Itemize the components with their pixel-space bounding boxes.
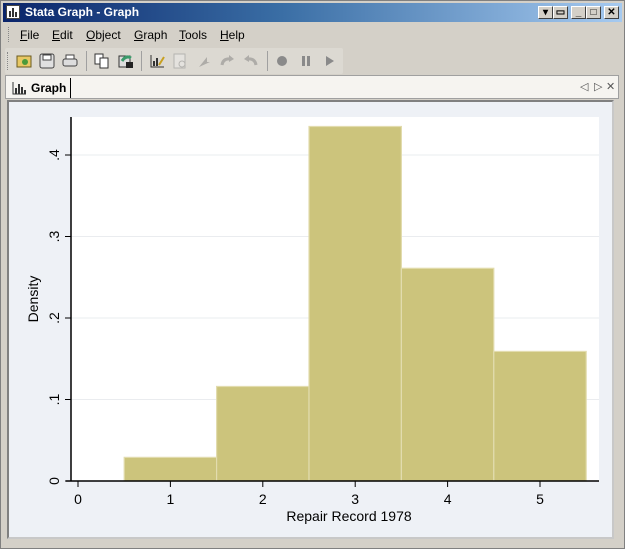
play-button[interactable] (320, 52, 338, 70)
pointer-tool-button[interactable] (194, 52, 212, 70)
histogram-bar-5 (493, 350, 587, 482)
histogram-bar-1 (123, 456, 218, 482)
tab-next-icon[interactable]: ▷ (594, 80, 602, 93)
x-tick-label: 5 (536, 491, 544, 507)
stata-graph-window: Stata Graph - Graph ▾ ▭ _ □ ✕ File Edit … (0, 0, 625, 549)
menu-bar: File Edit Object Graph Tools Help (3, 24, 622, 45)
pause-icon (302, 56, 310, 66)
undo-icon (220, 55, 234, 66)
copy-icon (94, 53, 109, 69)
y-tick-label: .2 (46, 312, 62, 324)
toolbar-separator (141, 51, 142, 71)
graph-editor-button[interactable] (148, 52, 166, 70)
tab-label: Graph (31, 81, 67, 95)
menu-help[interactable]: Help (220, 28, 245, 42)
menu-edit[interactable]: Edit (52, 28, 73, 42)
x-tick-label: 4 (444, 491, 452, 507)
restore-icon[interactable]: ▭ (553, 6, 568, 19)
maximize-icon[interactable]: □ (586, 6, 601, 19)
close-icon[interactable]: ✕ (604, 6, 619, 19)
x-tick-label: 0 (74, 491, 82, 507)
menu-graph[interactable]: Graph (134, 28, 167, 42)
tab-prev-icon[interactable]: ◁ (580, 80, 588, 93)
y-tick-label: .3 (46, 230, 62, 242)
object-browser-button[interactable] (171, 52, 189, 70)
x-axis-title: Repair Record 1978 (286, 508, 412, 524)
graph-editor-icon (150, 55, 165, 68)
print-graph-button[interactable] (61, 52, 79, 70)
printer-icon (62, 54, 78, 67)
minimize-icon[interactable]: _ (571, 6, 586, 19)
app-chart-icon (6, 5, 20, 19)
copy-graph-button[interactable] (93, 52, 111, 70)
pause-button[interactable] (297, 52, 315, 70)
toolbar-separator (86, 51, 87, 71)
tab-graph[interactable]: Graph (12, 78, 72, 98)
x-tick-label: 3 (351, 491, 359, 507)
menubar-grip[interactable] (8, 27, 12, 42)
bar-chart-icon (12, 82, 26, 95)
x-tick-label: 1 (167, 491, 175, 507)
redo-button[interactable] (242, 52, 260, 70)
y-axis-title: Density (25, 276, 41, 323)
open-graph-button[interactable] (15, 52, 33, 70)
histogram-bar-4 (400, 267, 495, 482)
save-graph-button[interactable] (38, 52, 56, 70)
menu-file[interactable]: File (20, 28, 39, 42)
record-icon (277, 56, 287, 66)
y-tick-label: .4 (46, 149, 62, 161)
title-bar[interactable]: Stata Graph - Graph ▾ ▭ _ □ ✕ (3, 3, 622, 22)
record-button[interactable] (273, 52, 291, 70)
floppy-disk-icon (39, 53, 55, 69)
window-title: Stata Graph - Graph (25, 5, 140, 19)
object-browser-icon (173, 53, 186, 69)
y-tick-label: .1 (46, 393, 62, 405)
histogram-chart: 0 .1 .2 .3 .4 0 1 2 3 4 5 Density Repair Record 1… (25, 117, 599, 524)
folder-open-icon (16, 55, 32, 68)
menu-object[interactable]: Object (86, 28, 121, 42)
play-icon (326, 56, 334, 66)
graph-pane: 0 .1 .2 .3 .4 0 1 2 3 4 5 Density Repair Record 1… (7, 100, 614, 539)
y-tick-label: 0 (46, 477, 62, 485)
histogram-bar-2 (216, 385, 310, 482)
x-tick-label: 2 (259, 491, 267, 507)
tab-close-icon[interactable]: ✕ (606, 80, 615, 93)
graph-rename-icon (118, 55, 133, 68)
menu-tools[interactable]: Tools (179, 28, 207, 42)
toolbar-grip[interactable] (7, 52, 11, 70)
redo-icon (244, 55, 258, 66)
undo-button[interactable] (218, 52, 236, 70)
pointer-icon (199, 57, 210, 67)
toolbar (5, 48, 343, 74)
rename-graph-button[interactable] (117, 52, 135, 70)
histogram-bar-3 (308, 125, 403, 482)
toolbar-separator (267, 51, 268, 71)
dropdown-icon[interactable]: ▾ (538, 6, 553, 19)
tab-bar: Graph ◁ ▷ ✕ (5, 75, 619, 99)
